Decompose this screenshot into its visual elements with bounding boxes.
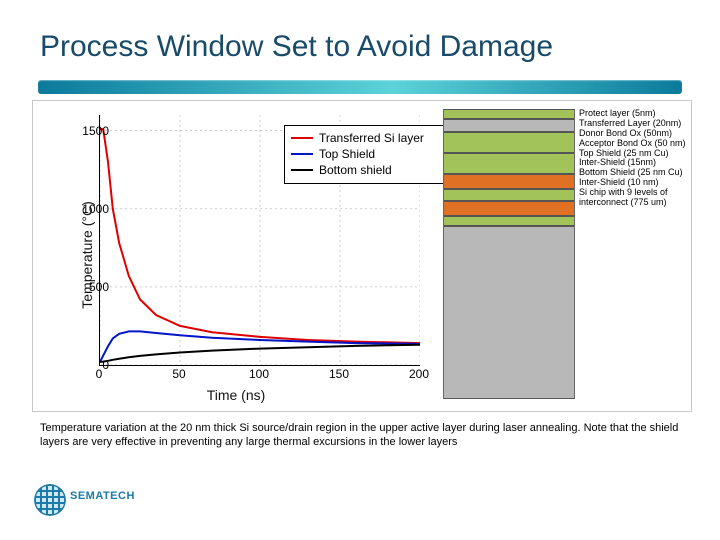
legend-swatch	[291, 137, 313, 139]
x-tick: 150	[329, 367, 349, 381]
legend-label: Transferred Si layer	[319, 130, 424, 146]
slide: Process Window Set to Avoid Damage Tempe…	[0, 0, 720, 540]
stack-layer	[444, 119, 574, 132]
y-tick: 1500	[69, 124, 109, 138]
stack-layer	[444, 189, 574, 201]
layer-stack-panel: Protect layer (5nm)Transferred Layer (20…	[443, 107, 683, 403]
y-tick: 500	[69, 280, 109, 294]
content-panel: Temperature (°C) Transferred Si layerTop…	[32, 100, 692, 412]
legend-label: Top Shield	[319, 146, 375, 162]
x-tick: 50	[172, 367, 185, 381]
chart-panel: Temperature (°C) Transferred Si layerTop…	[39, 107, 433, 403]
legend-label: Bottom shield	[319, 162, 392, 178]
y-tick: 0	[69, 358, 109, 372]
stack-layer-label: Si chip with 9 levels of interconnect (7…	[579, 188, 689, 208]
stack-layer	[444, 174, 574, 189]
page-title: Process Window Set to Avoid Damage	[40, 30, 553, 64]
stack-layer	[444, 216, 574, 226]
x-axis-label: Time (ns)	[39, 387, 433, 403]
x-tick: 0	[96, 367, 103, 381]
stack-layer	[444, 109, 574, 119]
footer-logo: SEMATECH	[28, 484, 178, 518]
x-tick: 100	[249, 367, 269, 381]
title-rule	[38, 80, 682, 94]
legend-swatch	[291, 153, 313, 155]
stack-layer	[444, 153, 574, 174]
stack-layer	[444, 132, 574, 153]
globe-icon	[34, 484, 66, 516]
legend-swatch	[291, 169, 313, 171]
stack-layer	[444, 201, 574, 216]
footer-brand: SEMATECH	[70, 490, 135, 502]
stack-layer	[444, 226, 574, 399]
layer-stack-labels: Protect layer (5nm)Transferred Layer (20…	[579, 109, 689, 208]
layer-stack-diagram	[443, 109, 575, 399]
figure-caption: Temperature variation at the 20 nm thick…	[40, 422, 680, 450]
y-tick: 1000	[69, 202, 109, 216]
chart-plot-area: Transferred Si layerTop ShieldBottom shi…	[99, 115, 420, 366]
series-bottom-shield	[100, 345, 420, 362]
x-tick: 200	[409, 367, 429, 381]
